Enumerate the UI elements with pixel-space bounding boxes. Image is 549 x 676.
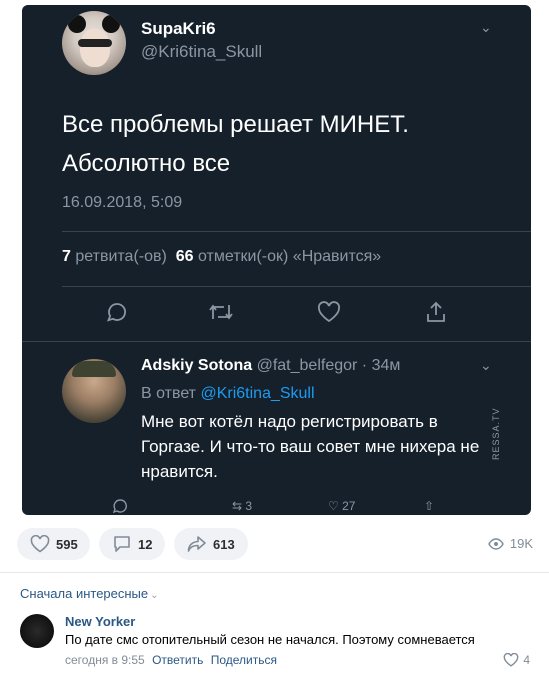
like-button[interactable]: 595 (17, 528, 90, 560)
watermark: RESSA.TV (491, 407, 501, 460)
reply-author-handle: @fat_belfegor (256, 357, 358, 374)
post-actions: 595 12 613 19K (17, 528, 537, 560)
comment-like-count: 4 (523, 653, 530, 667)
eye-icon (488, 537, 504, 550)
comments-sort-dropdown[interactable]: Сначала интересные ⌄ (20, 586, 159, 601)
comment-meta: сегодня в 9:55 Ответить Поделиться (65, 653, 277, 667)
reply-retweet-count: ⇆ 3 (232, 499, 252, 513)
likes-count: 66 (175, 248, 194, 265)
reply-to-prefix: В ответ (141, 385, 197, 402)
share-icon (425, 300, 447, 329)
chevron-down-icon: ⌄ (480, 357, 492, 373)
retweets-count: 7 (62, 248, 71, 265)
reply-icon (106, 301, 128, 328)
reply-header: Adskiy Sotona @fat_belfegor · 34м (141, 357, 400, 375)
reply-to-handle: @Kri6tina_Skull (200, 385, 315, 402)
comment-icon (114, 536, 130, 552)
heart-icon (503, 653, 519, 667)
reply-retweet-value: 3 (245, 499, 253, 513)
comment-author-name[interactable]: New Yorker (65, 614, 135, 629)
share-arrow-icon (187, 536, 206, 552)
reply-to-line: В ответ @Kri6tina_Skull (141, 385, 315, 403)
reply-retweet-icon: ⇆ (232, 499, 243, 513)
reply-author-name: Adskiy Sotona (141, 357, 253, 374)
reply-author-avatar (62, 359, 126, 423)
comment-author-avatar[interactable] (20, 614, 54, 648)
reply-comment-icon (112, 499, 128, 515)
tweet-author-name: SupaKri6 (141, 19, 216, 38)
post-image[interactable]: SupaKri6 @Kri6tina_Skull ⌄ Все проблемы … (22, 5, 531, 515)
sort-label: Сначала интересные (20, 586, 149, 601)
likes-label: отметки(-ок) «Нравится» (197, 248, 382, 265)
tweet-author-handle: @Kri6tina_Skull (141, 42, 263, 61)
chevron-down-icon: ⌄ (480, 19, 492, 35)
heart-icon (30, 535, 50, 553)
comment-like-button[interactable]: 4 (503, 653, 530, 667)
reply-heart-icon: ♡ (328, 499, 339, 513)
comment-count: 12 (138, 536, 153, 552)
like-count: 595 (56, 536, 78, 552)
reply-share-icon: ⇧ (424, 499, 435, 513)
tweet-screenshot: SupaKri6 @Kri6tina_Skull ⌄ Все проблемы … (22, 5, 531, 515)
share-count: 613 (213, 536, 235, 552)
tweet-stats: 7 ретвита(-ов) 66 отметки(-ок) «Нравится… (62, 248, 381, 266)
share-link[interactable]: Поделиться (211, 653, 277, 667)
views-count: 19K (509, 536, 533, 551)
heart-icon (317, 301, 341, 328)
views-counter: 19K (488, 536, 533, 551)
chevron-down-icon: ⌄ (150, 590, 159, 601)
comment-button[interactable]: 12 (99, 528, 165, 560)
reply-link[interactable]: Ответить (152, 653, 203, 667)
divider (0, 572, 549, 573)
comment-text: По дате смс отопительный сезон не началс… (65, 632, 475, 647)
tweet-author-avatar (62, 11, 126, 75)
tweet-date: 16.09.2018, 5:09 (62, 194, 183, 211)
comment-time[interactable]: сегодня в 9:55 (65, 653, 145, 667)
reply-like-count: ♡ 27 (328, 499, 355, 513)
reply-text: Мне вот котёл надо регистрировать в Горг… (141, 412, 480, 481)
reply-time: · 34м (361, 357, 401, 374)
retweet-icon (208, 302, 234, 327)
reply-like-value: 27 (342, 499, 356, 513)
share-button[interactable]: 613 (174, 528, 248, 560)
tweet-text: Все проблемы решает МИНЕТ. Абсолютно все (62, 111, 409, 177)
retweets-label: ретвита(-ов) (75, 248, 167, 265)
